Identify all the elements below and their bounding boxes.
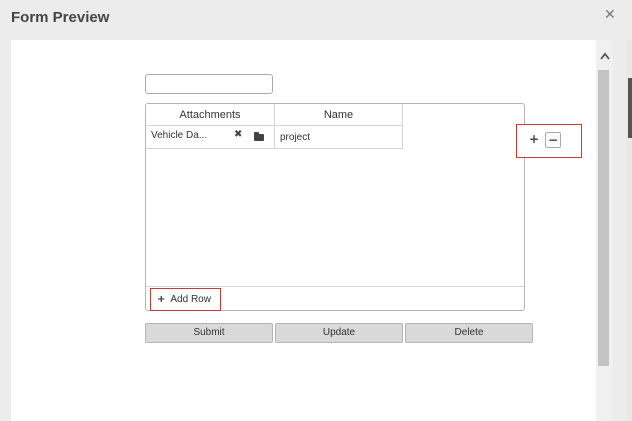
table-row-name-cell[interactable]: project <box>275 126 403 149</box>
form-text-input[interactable] <box>145 74 273 94</box>
column-header-attachments[interactable]: Attachments <box>146 104 275 126</box>
dialog-title: Form Preview <box>11 9 110 26</box>
add-row-label: Add Row <box>170 294 211 305</box>
row-name-value: project <box>280 132 311 143</box>
column-header-name[interactable]: Name <box>275 104 403 126</box>
add-row-plus-button[interactable]: + <box>526 132 542 148</box>
attachment-filename[interactable]: Vehicle Da... <box>151 130 207 141</box>
plus-icon: + <box>157 294 166 305</box>
close-icon[interactable]: ✕ <box>604 7 616 23</box>
submit-button[interactable]: Submit <box>145 323 273 343</box>
add-row-button[interactable]: + Add Row <box>150 288 221 311</box>
folder-icon[interactable] <box>254 132 264 141</box>
attachments-grid: Attachments Name Vehicle Da... ✖ project… <box>145 103 525 311</box>
vertical-scrollbar[interactable] <box>596 40 613 421</box>
remove-row-minus-button[interactable]: − <box>545 132 561 148</box>
window-edge <box>626 40 632 421</box>
x-icon[interactable]: ✖ <box>234 129 242 140</box>
row-controls: + − <box>516 124 582 158</box>
window-edge-shade <box>628 78 632 138</box>
chevron-up-icon[interactable] <box>596 50 613 64</box>
table-row-attachment-cell: Vehicle Da... ✖ <box>146 126 275 149</box>
scrollbar-thumb[interactable] <box>598 70 609 366</box>
update-button[interactable]: Update <box>275 323 403 343</box>
grid-footer-divider <box>146 286 524 287</box>
delete-button[interactable]: Delete <box>405 323 533 343</box>
